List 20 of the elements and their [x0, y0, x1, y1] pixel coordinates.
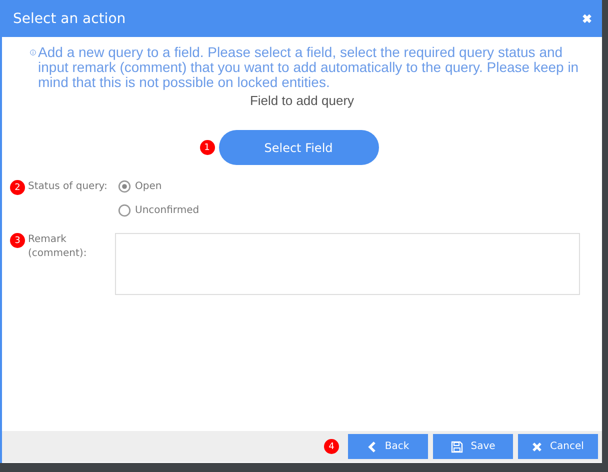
info-text: Add a new query to a field. Please select a field, select the required query status and input remark (comment) that you want to add automatically to the query. Please keep in mind that this is not possible on locked entities.: [38, 45, 580, 90]
radio-option[interactable]: Open: [118, 180, 200, 193]
chevron-left-icon: [366, 440, 377, 452]
select-field-button[interactable]: Select Field: [218, 130, 378, 165]
step-marker: 3: [10, 233, 25, 248]
back-button[interactable]: Back: [348, 434, 428, 459]
window-title: Select an action: [13, 10, 126, 26]
radio-option[interactable]: Unconfirmed: [118, 204, 200, 217]
save-icon: [450, 440, 463, 452]
step-marker: 1: [200, 140, 214, 155]
cancel-button[interactable]: Cancel: [518, 434, 598, 459]
save-button[interactable]: Save: [433, 434, 513, 459]
step-marker: 2: [10, 180, 25, 195]
remark-label: Remark (comment):: [28, 233, 88, 261]
field-heading: Field to add query: [248, 93, 356, 108]
step-marker: 4: [324, 439, 339, 454]
close-button[interactable]: ✖: [582, 12, 592, 26]
remark-field[interactable]: [115, 233, 580, 295]
close-icon: [532, 442, 542, 452]
status-label: Status of query:: [28, 180, 108, 194]
